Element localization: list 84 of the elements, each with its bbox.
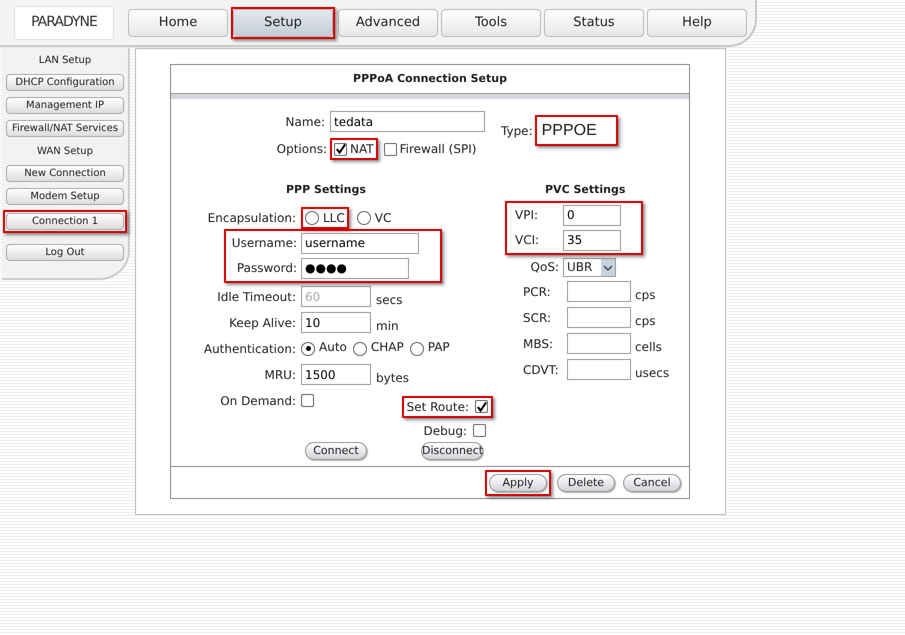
nav-tab[interactable]: Setup: [233, 8, 333, 36]
radio-label: CHAP: [370, 338, 404, 356]
field-label: On Demand:: [219, 392, 297, 410]
input-field[interactable]: ●●●●: [301, 258, 409, 278]
nav-tab[interactable]: Advanced: [338, 8, 438, 36]
field-label: Type:: [501, 122, 533, 140]
field-label: VCI:: [514, 232, 540, 249]
input-field[interactable]: 10: [301, 312, 371, 333]
logo: PARADYNE: [14, 6, 114, 40]
sidebar-item[interactable]: Modem Setup: [6, 188, 124, 205]
field-label: Password:: [236, 260, 298, 277]
checkbox[interactable]: [475, 400, 488, 413]
unit-label: bytes: [376, 370, 410, 386]
checkbox-label: Set Route:: [406, 398, 469, 416]
section-title: PVC Settings: [545, 182, 626, 198]
field-label: MRU:: [263, 366, 297, 384]
action-button[interactable]: Cancel: [623, 474, 681, 492]
input-field[interactable]: [567, 359, 631, 380]
unit-label: secs: [376, 292, 402, 308]
input-field[interactable]: username: [301, 232, 419, 254]
checkbox-label: NAT: [350, 141, 374, 158]
nav-tab[interactable]: Home: [128, 8, 228, 36]
caret-icon: [601, 258, 615, 276]
field-label: CDVT:: [522, 362, 560, 378]
checkbox-label: Firewall (SPI): [400, 141, 476, 158]
unit-label: cps: [635, 312, 656, 330]
field-label: Idle Timeout:: [216, 288, 297, 306]
section-title: PPP Settings: [286, 182, 367, 198]
input-field[interactable]: tedata: [330, 111, 485, 132]
sidebar-item[interactable]: New Connection: [6, 165, 124, 182]
checkmark-icon: [476, 400, 487, 412]
field-label: Authentication:: [202, 340, 297, 358]
radio-button[interactable]: [352, 342, 367, 356]
input-field[interactable]: [567, 333, 631, 354]
field-label: QoS:: [530, 259, 560, 276]
unit-label: min: [376, 318, 399, 334]
action-button[interactable]: Delete: [557, 474, 615, 492]
form-title: PPPoA Connection Setup: [353, 70, 507, 87]
radio-button[interactable]: [410, 342, 424, 356]
field-label: Options:: [276, 141, 328, 158]
field-label: Keep Alive:: [228, 314, 297, 332]
field-label: PCR:: [522, 284, 552, 300]
sidebar-item[interactable]: Connection 1: [6, 213, 124, 230]
radio-label: Auto: [319, 338, 347, 356]
radio-button[interactable]: [305, 210, 319, 224]
field-label: Encapsulation:: [206, 210, 297, 226]
type-value: PPPOE: [542, 120, 597, 140]
checkmark-icon: [335, 143, 346, 155]
field-label: Name:: [284, 114, 326, 130]
nav-tab[interactable]: Status: [544, 8, 644, 36]
action-button[interactable]: Connect: [305, 442, 367, 460]
radio-label: PAP: [428, 338, 450, 356]
field-label: SCR:: [522, 310, 552, 326]
nav-tab[interactable]: Help: [647, 8, 747, 36]
unit-label: cells: [635, 338, 662, 356]
sidebar-item[interactable]: DHCP Configuration: [6, 74, 124, 91]
nav-tab[interactable]: Tools: [441, 8, 541, 36]
action-button[interactable]: Apply: [489, 474, 547, 492]
field-label: VPI:: [514, 207, 540, 224]
input-field[interactable]: [567, 307, 631, 328]
sidebar-heading: LAN Setup: [38, 54, 92, 68]
unit-label: usecs: [635, 364, 670, 382]
radio-button[interactable]: [301, 342, 315, 356]
checkbox[interactable]: [301, 394, 314, 407]
qos-select[interactable]: UBR: [563, 258, 616, 276]
checkbox[interactable]: [473, 424, 486, 437]
checkbox[interactable]: [334, 142, 347, 156]
input-field[interactable]: [567, 281, 631, 302]
sidebar-item[interactable]: Management IP: [6, 97, 124, 114]
radio-button[interactable]: [356, 210, 371, 224]
field-label: Username:: [230, 235, 298, 252]
sidebar-item[interactable]: Log Out: [6, 244, 124, 261]
action-button[interactable]: Disconnect: [421, 442, 483, 460]
radio-label: VC: [374, 210, 392, 226]
checkbox[interactable]: [384, 142, 397, 156]
radio-label: LLC: [323, 210, 345, 226]
input-field[interactable]: 1500: [301, 364, 371, 385]
sidebar-item[interactable]: Firewall/NAT Services: [6, 120, 124, 137]
unit-label: cps: [635, 286, 656, 304]
checkbox-label: Debug:: [423, 422, 467, 440]
input-field[interactable]: 0: [563, 204, 621, 226]
sidebar-heading: WAN Setup: [37, 144, 93, 158]
field-label: MBS:: [522, 336, 554, 352]
input-field[interactable]: 35: [563, 230, 621, 250]
